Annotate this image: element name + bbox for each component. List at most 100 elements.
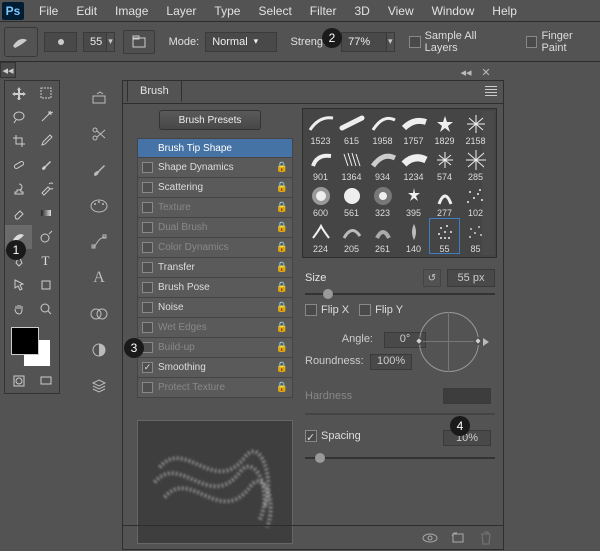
wand-tool[interactable] (32, 105, 59, 129)
new-brush-button[interactable] (447, 529, 469, 547)
brush-setting-transfer[interactable]: Transfer🔒 (137, 258, 293, 278)
menu-type[interactable]: Type (205, 0, 249, 22)
zoom-tool[interactable] (32, 297, 59, 321)
panel-collapse-button[interactable]: ◂◂ (459, 65, 473, 79)
brush-thumb-600[interactable]: 600 (305, 182, 336, 218)
move-tool[interactable] (5, 81, 32, 105)
mode-select[interactable]: Normal (205, 32, 276, 52)
shape-tool[interactable] (32, 273, 59, 297)
menu-help[interactable]: Help (483, 0, 526, 22)
heal-tool[interactable] (5, 153, 32, 177)
angle-compass[interactable] (411, 304, 489, 382)
slider-thumb-icon[interactable] (323, 289, 333, 299)
dodge-tool[interactable] (32, 225, 59, 249)
finger-painting-checkbox[interactable]: Finger Paint (526, 30, 600, 54)
glyphs-panel-icon[interactable]: A (78, 260, 120, 296)
brush-setting-build-up[interactable]: Build-up🔒 (137, 338, 293, 358)
eyedropper-tool[interactable] (32, 129, 59, 153)
brush-thumb-901[interactable]: 901 (305, 146, 336, 182)
brush-thumb-323[interactable]: 323 (367, 182, 398, 218)
menu-layer[interactable]: Layer (157, 0, 205, 22)
collapse-panels-button[interactable]: ◂◂ (0, 62, 16, 78)
menu-window[interactable]: Window (423, 0, 484, 22)
brush-thumb-140[interactable]: 140 (398, 218, 429, 254)
foreground-color[interactable] (11, 327, 39, 355)
brush-tab[interactable]: Brush (127, 80, 182, 102)
spacing-slider[interactable] (305, 452, 495, 464)
brush-setting-protect-texture[interactable]: Protect Texture🔒 (137, 378, 293, 398)
marquee-tool[interactable] (32, 81, 59, 105)
tool-preset-picker[interactable] (4, 27, 38, 57)
brush-setting-dual-brush[interactable]: Dual Brush🔒 (137, 218, 293, 238)
menu-file[interactable]: File (30, 0, 67, 22)
brush-thumb-224[interactable]: 224 (305, 218, 336, 254)
brush-thumb-615[interactable]: 615 (336, 110, 367, 146)
type-tool[interactable]: T (32, 249, 59, 273)
brush-thumb-2158[interactable]: 2158 (460, 110, 491, 146)
screenmode-toggle[interactable] (32, 369, 59, 393)
flip-x-checkbox[interactable]: Flip X (305, 304, 349, 316)
menu-select[interactable]: Select (249, 0, 300, 22)
brush-thumb-1829[interactable]: 1829 (429, 110, 460, 146)
brush-setting-noise[interactable]: Noise🔒 (137, 298, 293, 318)
size-slider[interactable] (305, 288, 495, 300)
brush-size-value[interactable]: 55 (83, 32, 107, 52)
brush-size-thumb[interactable] (44, 32, 78, 52)
brush-thumb-285[interactable]: 285 (460, 146, 491, 182)
menu-image[interactable]: Image (106, 0, 157, 22)
brush-setting-color-dynamics[interactable]: Color Dynamics🔒 (137, 238, 293, 258)
brush-thumb-55[interactable]: 55 (429, 218, 460, 254)
paths-panel-icon[interactable] (78, 224, 120, 260)
path-select-tool[interactable] (5, 273, 32, 297)
gradient-tool[interactable] (32, 201, 59, 225)
color-swatches[interactable] (5, 321, 61, 369)
strength-select[interactable]: 77% (341, 32, 387, 52)
brush-thumb-102[interactable]: 102 (460, 182, 491, 218)
size-value[interactable]: 55 px (447, 269, 495, 287)
brush-thumb-561[interactable]: 561 (336, 182, 367, 218)
brush-panel-toggle[interactable] (123, 30, 155, 54)
actions-panel-icon[interactable] (78, 116, 120, 152)
brush-setting-smoothing[interactable]: ✓Smoothing🔒 (137, 358, 293, 378)
sample-all-layers-checkbox[interactable]: Sample All Layers (409, 30, 512, 54)
swatches-panel-icon[interactable] (78, 188, 120, 224)
delete-brush-button[interactable] (475, 529, 497, 547)
brush-setting-brush-pose[interactable]: Brush Pose🔒 (137, 278, 293, 298)
reset-size-button[interactable]: ↺ (423, 269, 441, 287)
brush-setting-wet-edges[interactable]: Wet Edges🔒 (137, 318, 293, 338)
brush-thumb-205[interactable]: 205 (336, 218, 367, 254)
menu-view[interactable]: View (379, 0, 423, 22)
stamp-tool[interactable] (5, 177, 32, 201)
panel-close-button[interactable]: ✕ (479, 65, 493, 79)
brush-thumb-1364[interactable]: 1364 (336, 146, 367, 182)
brush-setting-texture[interactable]: Texture🔒 (137, 198, 293, 218)
menu-edit[interactable]: Edit (67, 0, 106, 22)
brush-tool[interactable] (32, 153, 59, 177)
brush-picker-dropdown[interactable] (107, 32, 115, 52)
brush-setting-shape-dynamics[interactable]: Shape Dynamics🔒 (137, 158, 293, 178)
flip-y-checkbox[interactable]: Flip Y (359, 304, 403, 316)
hand-tool[interactable] (5, 297, 32, 321)
slider-thumb-icon[interactable] (315, 453, 325, 463)
brush-thumb-1523[interactable]: 1523 (305, 110, 336, 146)
brush-thumb-1757[interactable]: 1757 (398, 110, 429, 146)
menu-filter[interactable]: Filter (301, 0, 346, 22)
brush-setting-brush-tip-shape[interactable]: Brush Tip Shape (137, 138, 293, 158)
history-panel-icon[interactable] (78, 80, 120, 116)
brush-thumb-1234[interactable]: 1234 (398, 146, 429, 182)
brush-panel-icon[interactable] (78, 152, 120, 188)
brush-thumb-395[interactable]: 395 (398, 182, 429, 218)
spacing-checkbox[interactable]: ✓Spacing (305, 430, 361, 442)
brush-thumb-277[interactable]: 277 (429, 182, 460, 218)
brush-thumb-85[interactable]: 85 (460, 218, 491, 254)
brush-thumb-1958[interactable]: 1958 (367, 110, 398, 146)
history-brush-tool[interactable] (32, 177, 59, 201)
eraser-tool[interactable] (5, 201, 32, 225)
cc-panel-icon[interactable] (78, 296, 120, 332)
brush-setting-scattering[interactable]: Scattering🔒 (137, 178, 293, 198)
panel-menu-button[interactable] (483, 84, 499, 98)
roundness-value[interactable]: 100% (370, 354, 412, 370)
brush-thumb-261[interactable]: 261 (367, 218, 398, 254)
brush-presets-button[interactable]: Brush Presets (159, 110, 261, 130)
adjustments-panel-icon[interactable] (78, 332, 120, 368)
